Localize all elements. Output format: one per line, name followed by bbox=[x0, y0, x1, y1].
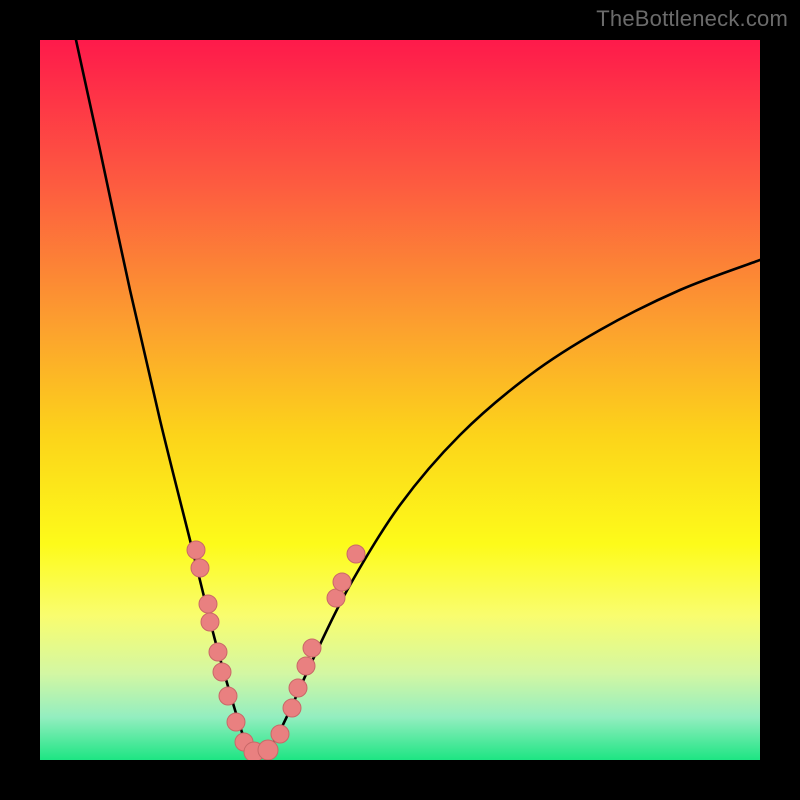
data-dot bbox=[219, 687, 237, 705]
data-dot bbox=[201, 613, 219, 631]
data-dot bbox=[199, 595, 217, 613]
data-dot bbox=[283, 699, 301, 717]
data-dot bbox=[303, 639, 321, 657]
data-dot bbox=[327, 589, 345, 607]
data-dot bbox=[333, 573, 351, 591]
data-dot bbox=[297, 657, 315, 675]
watermark-text: TheBottleneck.com bbox=[596, 6, 788, 32]
data-dot bbox=[227, 713, 245, 731]
data-dot bbox=[289, 679, 307, 697]
bottleneck-curve bbox=[76, 40, 760, 753]
data-dot bbox=[187, 541, 205, 559]
plot-area bbox=[40, 40, 760, 760]
data-dot bbox=[271, 725, 289, 743]
data-dot bbox=[213, 663, 231, 681]
bottleneck-curve-layer bbox=[40, 40, 760, 760]
data-dot bbox=[347, 545, 365, 563]
data-dot bbox=[209, 643, 227, 661]
data-dot bbox=[258, 740, 278, 760]
chart-frame: TheBottleneck.com bbox=[0, 0, 800, 800]
data-dots-group bbox=[187, 541, 365, 760]
data-dot bbox=[191, 559, 209, 577]
